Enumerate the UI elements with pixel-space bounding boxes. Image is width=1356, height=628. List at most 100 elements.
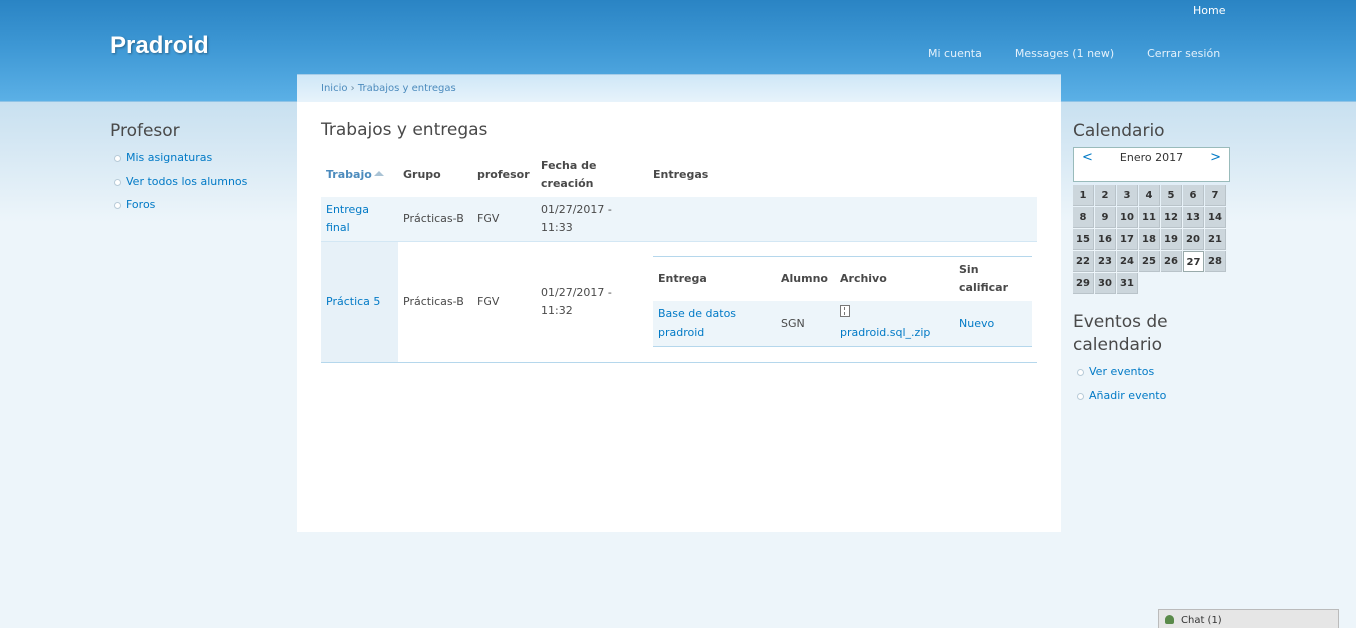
calendar-day[interactable]: 10 (1117, 207, 1138, 228)
calendar-day[interactable]: 5 (1161, 185, 1182, 206)
main-content: Inicio › Trabajos y entregas Trabajos y … (297, 74, 1061, 532)
profesor-menu: Mis asignaturas Ver todos los alumnos Fo… (110, 150, 247, 221)
logout-link[interactable]: Cerrar sesión (1147, 47, 1220, 60)
sidebar-title-profesor: Profesor (110, 121, 180, 141)
entrega-link[interactable]: Base de datos pradroid (658, 307, 736, 339)
calendar-day[interactable]: 29 (1073, 273, 1094, 294)
calendar-day[interactable]: 11 (1139, 207, 1160, 228)
col-profesor-header: profesor (477, 168, 530, 181)
breadcrumb-bar: Inicio › Trabajos y entregas (297, 74, 1061, 102)
calendar-day[interactable]: 8 (1073, 207, 1094, 228)
cell-fecha: 01/27/2017 - 11:32 (536, 241, 648, 363)
calendar-day[interactable]: 7 (1205, 185, 1226, 206)
calendar-month-label: Enero 2017 (1119, 151, 1184, 164)
events-title: Eventos de calendario (1073, 312, 1168, 355)
calendar-day[interactable]: 23 (1095, 251, 1116, 272)
calendar-day[interactable]: 12 (1161, 207, 1182, 228)
chat-bar[interactable]: Chat (1) (1158, 609, 1339, 628)
calendar-day[interactable]: 21 (1205, 229, 1226, 250)
col-grupo-header: Grupo (403, 168, 441, 181)
menu-item-anadir-evento: Añadir evento (1073, 388, 1166, 412)
menu-item-mis-asignaturas: Mis asignaturas (110, 150, 247, 174)
my-account-link[interactable]: Mi cuenta (928, 47, 982, 60)
breadcrumb-current-link[interactable]: Trabajos y entregas (358, 83, 456, 94)
zip-file-icon (840, 305, 850, 318)
calendar-grid: 1 2 3 4 5 6 7 8 9 10 11 12 13 14 15 16 17 18 19 20 21 22 23 24 2… (1073, 185, 1230, 295)
ver-eventos-link[interactable]: Ver eventos (1089, 365, 1154, 378)
mis-asignaturas-link[interactable]: Mis asignaturas (126, 151, 212, 164)
calendar-day[interactable]: 3 (1117, 185, 1138, 206)
col-entrega-header: Entrega (658, 271, 707, 285)
col-sin-calificar-header: Sin calificar (959, 262, 1009, 294)
foros-link[interactable]: Foros (126, 198, 155, 211)
cell-grupo: Prácticas-B (398, 197, 472, 242)
calendar-day[interactable]: 24 (1117, 251, 1138, 272)
trabajo-link[interactable]: Entrega final (326, 203, 369, 234)
entregas-header-row: Entrega Alumno Archivo Sin calificar (653, 257, 1032, 301)
calificar-link[interactable]: Nuevo (959, 317, 994, 330)
page-title: Trabajos y entregas (321, 120, 488, 140)
trabajo-link[interactable]: Práctica 5 (326, 295, 380, 308)
chat-user-icon (1165, 615, 1174, 624)
cell-trabajo: Entrega final (321, 197, 398, 242)
calendar-widget: < Enero 2017 > 1 2 3 4 5 6 7 8 9 10 11 12 13 14 15 16 17… (1073, 147, 1230, 295)
cell-alumno: SGN (776, 300, 835, 347)
calendar-day[interactable]: 4 (1139, 185, 1160, 206)
calendar-day[interactable]: 14 (1205, 207, 1226, 228)
calendar-day[interactable]: 30 (1095, 273, 1116, 294)
calendar-day[interactable]: 15 (1073, 229, 1094, 250)
cell-trabajo: Práctica 5 (321, 241, 398, 363)
menu-item-ver-eventos: Ver eventos (1073, 364, 1166, 388)
calendar-title: Calendario (1073, 121, 1165, 141)
calendar-day[interactable]: 17 (1117, 229, 1138, 250)
cell-entregas: Entrega Alumno Archivo Sin calificar Bas… (648, 241, 1037, 363)
calendar-day[interactable]: 28 (1205, 251, 1226, 272)
table-row: Entrega final Prácticas-B FGV 01/27/2017… (321, 197, 1037, 242)
site-logo-link[interactable]: Pradroid (110, 32, 209, 60)
calendar-day[interactable]: 18 (1139, 229, 1160, 250)
chat-label: Chat (1) (1181, 615, 1222, 626)
breadcrumb: Inicio › Trabajos y entregas (321, 83, 456, 94)
calendar-day[interactable]: 19 (1161, 229, 1182, 250)
ver-alumnos-link[interactable]: Ver todos los alumnos (126, 175, 247, 188)
col-fecha-header: Fecha de creación (541, 159, 597, 190)
calendar-day[interactable]: 20 (1183, 229, 1204, 250)
breadcrumb-home-link[interactable]: Inicio (321, 83, 347, 94)
calendar-day[interactable]: 26 (1161, 251, 1182, 272)
sort-trabajo-link[interactable]: Trabajo (326, 168, 372, 181)
calendar-day[interactable]: 9 (1095, 207, 1116, 228)
calendar-day[interactable]: 2 (1095, 185, 1116, 206)
entrega-row: Base de datos pradroid SGN pradroid.sql_… (653, 300, 1032, 347)
col-entregas-header: Entregas (653, 168, 709, 181)
calendar-day[interactable]: 16 (1095, 229, 1116, 250)
breadcrumb-separator: › (350, 83, 355, 94)
cell-entregas (648, 197, 1037, 242)
events-menu: Ver eventos Añadir evento (1073, 364, 1166, 411)
cell-profesor: FGV (472, 197, 536, 242)
messages-link[interactable]: Messages (1 new) (1015, 47, 1114, 60)
calendar-day[interactable]: 13 (1183, 207, 1204, 228)
cell-estado: Nuevo (954, 300, 1032, 347)
calendar-day[interactable]: 25 (1139, 251, 1160, 272)
trabajos-table: Trabajo Grupo profesor Fecha de creación… (321, 153, 1037, 363)
cell-archivo: pradroid.sql_.zip (835, 300, 954, 347)
cell-entrega: Base de datos pradroid (653, 300, 776, 347)
menu-item-foros: Foros (110, 197, 247, 221)
home-link[interactable]: Home (1193, 4, 1225, 17)
anadir-evento-link[interactable]: Añadir evento (1089, 389, 1166, 402)
calendar-day[interactable]: 1 (1073, 185, 1094, 206)
cell-grupo: Prácticas-B (398, 241, 472, 363)
calendar-header: < Enero 2017 > (1073, 147, 1230, 182)
sort-ascending-icon (373, 171, 384, 176)
calendar-next-month-button[interactable]: > (1210, 150, 1221, 165)
col-archivo-header: Archivo (840, 271, 887, 285)
calendar-day[interactable]: 31 (1117, 273, 1138, 294)
col-alumno-header: Alumno (781, 271, 828, 285)
calendar-day[interactable]: 22 (1073, 251, 1094, 272)
calendar-day[interactable]: 6 (1183, 185, 1204, 206)
primary-links: Mi cuenta Messages (1 new) Cerrar sesión (928, 47, 1253, 60)
menu-item-ver-alumnos: Ver todos los alumnos (110, 174, 247, 198)
calendar-day[interactable]: 27 (1183, 251, 1204, 272)
archivo-link[interactable]: pradroid.sql_.zip (840, 326, 930, 339)
entregas-table: Entrega Alumno Archivo Sin calificar Bas… (653, 256, 1032, 347)
